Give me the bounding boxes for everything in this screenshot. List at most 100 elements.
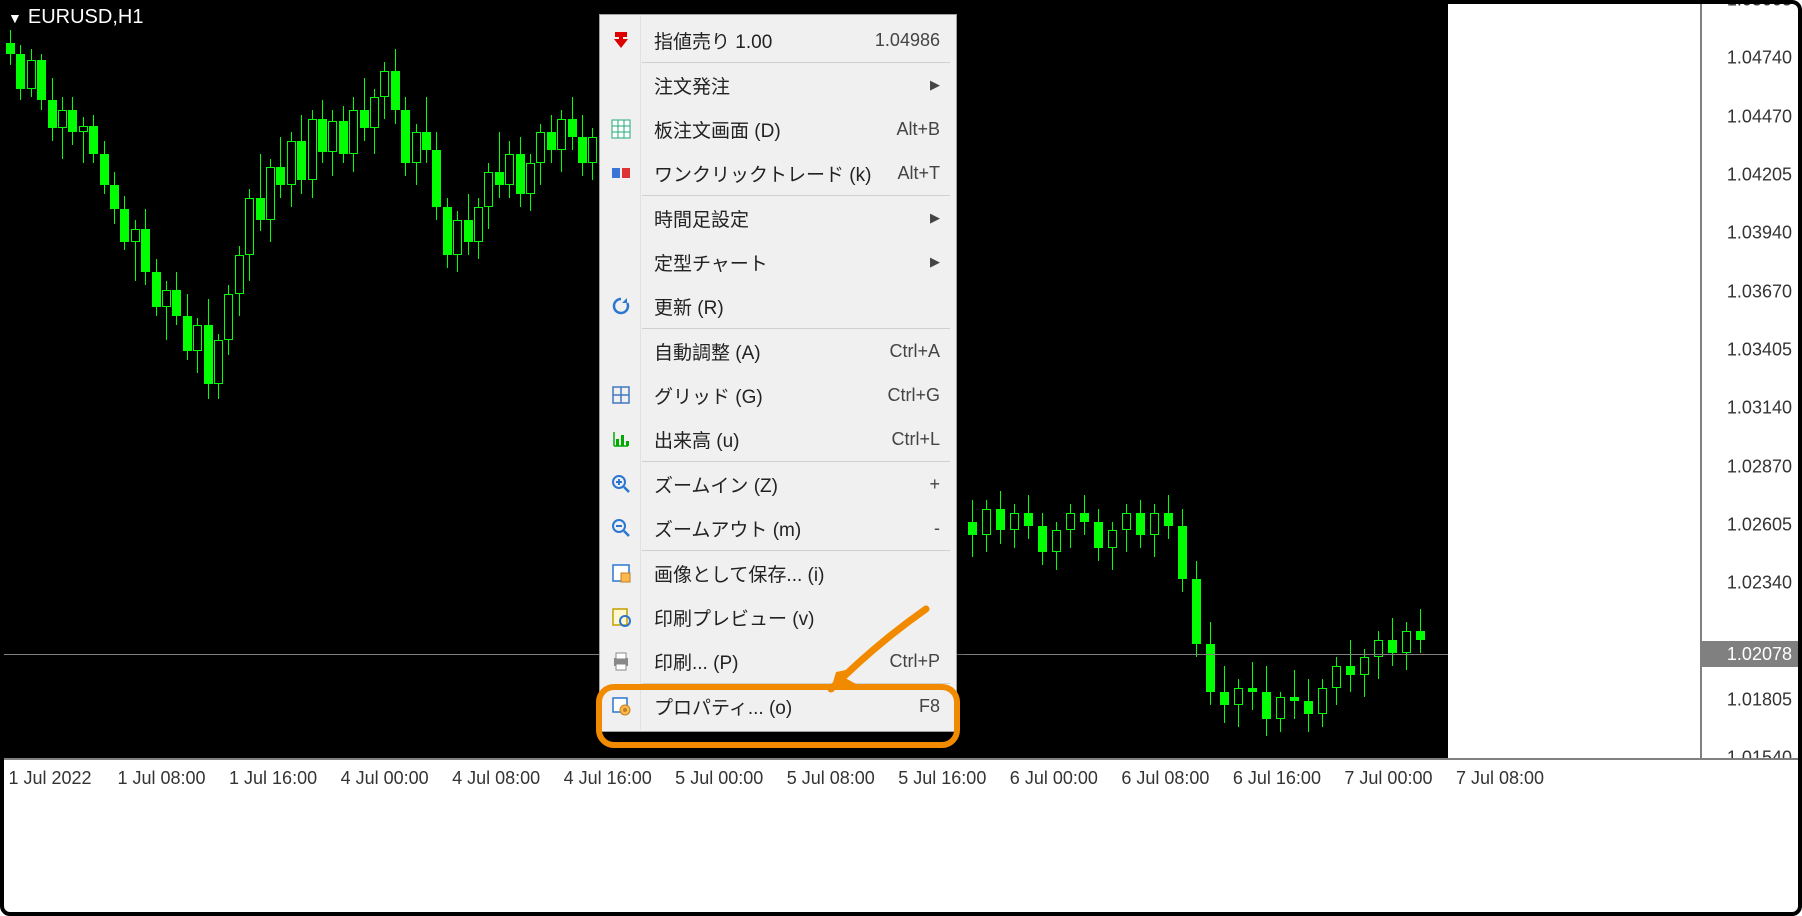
menu-item[interactable]: ズームアウト (m)-	[600, 506, 956, 550]
menu-item-shortcut: 1.04986	[875, 30, 940, 51]
menu-item-label: ズームアウト (m)	[654, 515, 934, 542]
current-price-tag: 1.02078	[1702, 641, 1802, 667]
candle	[1248, 662, 1257, 710]
candle	[588, 128, 597, 181]
candle	[1080, 495, 1089, 534]
candle	[412, 124, 421, 185]
candle	[58, 97, 67, 158]
menu-item[interactable]: グリッド (G)Ctrl+G	[600, 373, 956, 417]
candle	[1052, 522, 1061, 570]
candle	[1220, 666, 1229, 723]
candle	[360, 78, 369, 141]
menu-item-label: 定型チャート	[654, 249, 930, 276]
candle	[453, 211, 462, 272]
x-tick: 5 Jul 08:00	[787, 768, 875, 789]
candle	[266, 159, 275, 242]
candle	[557, 110, 566, 171]
menu-item[interactable]: 指値売り 1.001.04986	[600, 18, 956, 62]
candle	[380, 62, 389, 119]
candle	[401, 97, 410, 176]
menu-item[interactable]: 出来高 (u)Ctrl+L	[600, 417, 956, 461]
candle	[37, 54, 46, 111]
candle	[245, 189, 254, 281]
menu-item[interactable]: 自動調整 (A)Ctrl+A	[600, 329, 956, 373]
x-tick: 7 Jul 00:00	[1344, 768, 1432, 789]
candle	[1402, 622, 1411, 670]
candle	[526, 154, 535, 211]
candle	[1150, 504, 1159, 557]
menu-item[interactable]: 板注文画面 (D)Alt+B	[600, 107, 956, 151]
x-axis: 1 Jul 20221 Jul 08:001 Jul 16:004 Jul 00…	[0, 758, 1802, 814]
candle	[120, 196, 129, 251]
menu-item-shortcut: Alt+T	[897, 163, 940, 184]
candle	[339, 106, 348, 163]
candle	[578, 115, 587, 176]
candle	[370, 89, 379, 155]
menu-item-shortcut: Ctrl+P	[889, 651, 940, 672]
x-tick: 4 Jul 16:00	[564, 768, 652, 789]
submenu-arrow-icon: ▶	[930, 77, 940, 93]
print-icon	[610, 650, 632, 672]
candle	[968, 500, 977, 557]
y-tick: 1.02605	[1727, 515, 1792, 536]
chart-dropdown-icon[interactable]: ▼	[8, 10, 22, 26]
candle	[516, 137, 525, 207]
blank-icon	[610, 74, 632, 96]
chart-context-menu[interactable]: 指値売り 1.001.04986注文発注▶板注文画面 (D)Alt+Bワンクリッ…	[599, 14, 957, 732]
candle	[495, 132, 504, 198]
oneclick-icon	[610, 162, 632, 184]
candle	[1304, 679, 1313, 732]
menu-item-label: 注文発注	[654, 72, 930, 99]
x-tick: 1 Jul 08:00	[117, 768, 205, 789]
candle	[1234, 679, 1243, 727]
dom-icon	[610, 118, 632, 140]
menu-item[interactable]: プロパティ... (o)F8	[600, 684, 956, 728]
menu-item-label: 印刷プレビュー (v)	[654, 604, 940, 631]
menu-item[interactable]: 印刷プレビュー (v)	[600, 595, 956, 639]
candle	[1122, 504, 1131, 552]
candle	[484, 163, 493, 229]
menu-item-label: ワンクリックトレード (k)	[654, 160, 897, 187]
candle	[162, 281, 171, 340]
blank-icon	[610, 251, 632, 273]
candle	[1374, 631, 1383, 679]
menu-item[interactable]: 注文発注▶	[600, 63, 956, 107]
candle	[505, 141, 514, 198]
menu-item[interactable]: ワンクリックトレード (k)Alt+T	[600, 151, 956, 195]
candle	[1276, 692, 1285, 731]
menu-item-shortcut: Ctrl+A	[889, 341, 940, 362]
candle	[172, 272, 181, 325]
y-tick: 1.04470	[1727, 107, 1792, 128]
candle	[152, 259, 161, 316]
menu-item[interactable]: 更新 (R)	[600, 284, 956, 328]
preview-icon	[610, 606, 632, 628]
grid-icon	[610, 384, 632, 406]
candle	[1164, 495, 1173, 539]
candle	[79, 117, 88, 163]
candle	[568, 97, 577, 150]
menu-item[interactable]: 定型チャート▶	[600, 240, 956, 284]
menu-item[interactable]: ズームイン (Z)+	[600, 462, 956, 506]
menu-item[interactable]: 画像として保存... (i)	[600, 551, 956, 595]
x-tick: 6 Jul 00:00	[1010, 768, 1098, 789]
menu-item-shortcut: Ctrl+G	[887, 385, 940, 406]
menu-item[interactable]: 時間足設定▶	[600, 196, 956, 240]
candle	[547, 115, 556, 163]
menu-item[interactable]: 印刷... (P)Ctrl+P	[600, 639, 956, 683]
y-tick: 1.02870	[1727, 457, 1792, 478]
x-tick: 7 Jul 08:00	[1456, 768, 1544, 789]
x-tick: 5 Jul 16:00	[898, 768, 986, 789]
menu-item-shortcut: Ctrl+L	[891, 429, 940, 450]
menu-item-shortcut: +	[929, 474, 940, 495]
x-tick: 4 Jul 00:00	[341, 768, 429, 789]
candle	[1010, 504, 1019, 548]
candle	[1290, 670, 1299, 718]
candle	[131, 220, 140, 281]
blank-icon	[610, 340, 632, 362]
candle	[536, 124, 545, 185]
y-tick: 1.05005	[1727, 0, 1792, 11]
candle	[1094, 509, 1103, 562]
menu-item-shortcut: -	[934, 518, 940, 539]
volume-icon	[610, 428, 632, 450]
y-axis: 1.02078 1.050051.047401.044701.042051.03…	[1700, 0, 1802, 758]
